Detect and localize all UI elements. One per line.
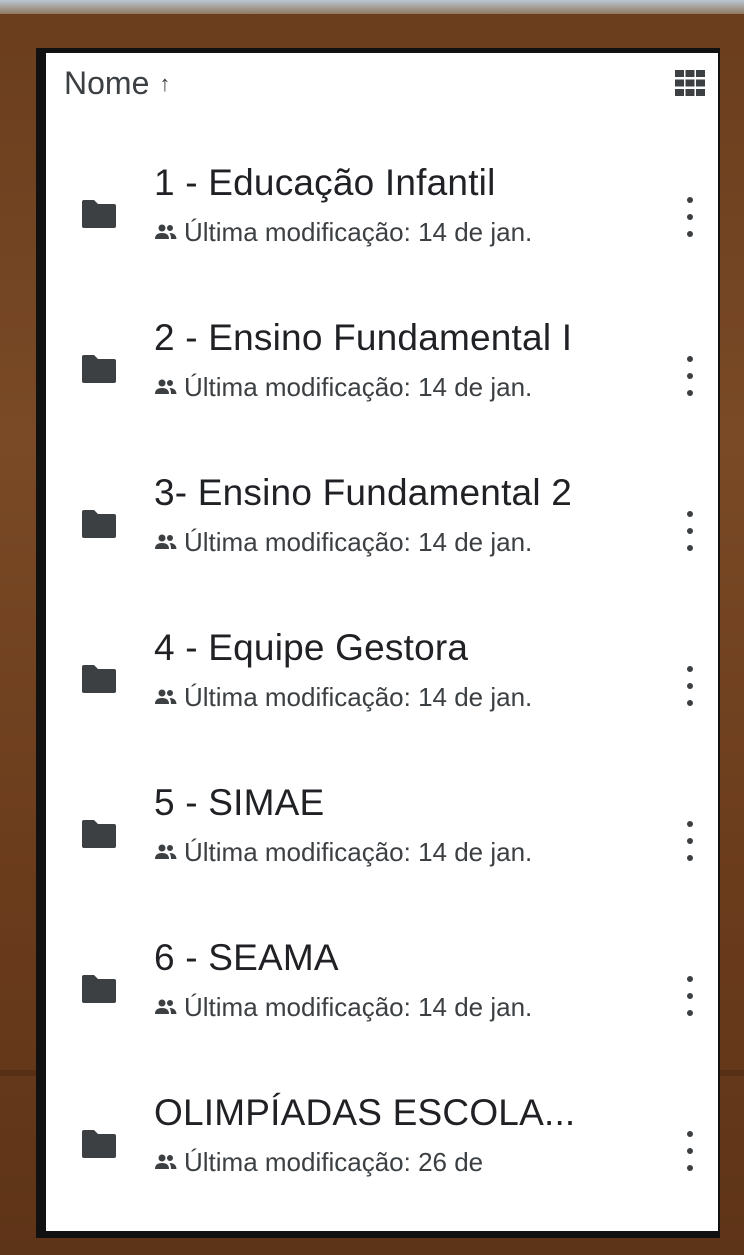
shared-people-icon [155,999,177,1014]
folder-icon [82,510,116,538]
more-vert-icon [687,197,693,203]
more-vert-dot [687,700,693,706]
more-vert-dot [687,993,693,999]
folder-meta: Última modificação: 14 de jan. [154,372,654,402]
more-vert-dot [687,683,693,689]
more-options-button[interactable] [680,821,700,861]
folder-meta: Última modificação: 26 de [154,1147,654,1177]
more-vert-dot [687,545,693,551]
folder-icon [82,665,116,693]
more-vert-dot [687,1165,693,1171]
last-modified-text: Última modificação: 14 de jan. [184,527,533,557]
folder-meta: Última modificação: 14 de jan. [154,217,654,247]
folder-icon [82,355,116,383]
folder-meta: Última modificação: 14 de jan. [154,682,654,712]
grid-view-button[interactable] [674,67,706,99]
list-item[interactable]: 6 - SEAMA Última modificação: 14 de jan. [46,936,718,1091]
folder-name: 3- Ensino Fundamental 2 [154,472,573,513]
shared-people-icon [155,844,177,859]
list-item[interactable]: OLIMPÍADAS ESCOLA... Última modificação:… [46,1091,718,1231]
frame-top-edge [0,0,744,14]
more-vert-dot [687,838,693,844]
list-item-text: 6 - SEAMA Última modificação: 14 de jan. [154,936,654,1022]
arrow-up-icon: ↑ [159,71,171,96]
more-vert-icon [687,511,693,517]
list-item-text: 5 - SIMAE Última modificação: 14 de jan. [154,781,654,867]
shared-people-icon [155,379,177,394]
folder-icon [82,200,116,228]
more-options-button[interactable] [680,197,700,237]
folder-icon [82,975,116,1003]
more-vert-icon [687,356,693,362]
last-modified-text: Última modificação: 14 de jan. [184,217,533,247]
folder-name: 2 - Ensino Fundamental I [154,317,573,358]
shared-people-icon [155,224,177,239]
more-vert-dot [687,390,693,396]
more-vert-dot [687,528,693,534]
more-options-button[interactable] [680,976,700,1016]
file-list-screen: Nome ↑ 1 - Educação Infantil Última modi… [46,53,718,1231]
more-vert-icon [687,821,693,827]
folder-name: 5 - SIMAE [154,782,325,823]
more-vert-dot [687,231,693,237]
list-item[interactable]: 2 - Ensino Fundamental I Última modifica… [46,316,718,471]
sort-header[interactable]: Nome ↑ [64,61,170,105]
more-vert-dot [687,214,693,220]
list-item[interactable]: 5 - SIMAE Última modificação: 14 de jan. [46,781,718,936]
shared-people-icon [155,534,177,549]
more-options-button[interactable] [680,666,700,706]
last-modified-text: Última modificação: 14 de jan. [184,992,533,1022]
folder-list: 1 - Educação Infantil Última modificação… [46,161,718,1231]
more-vert-dot [687,373,693,379]
list-item[interactable]: 1 - Educação Infantil Última modificação… [46,161,718,316]
grid-view-icon [675,70,705,96]
shared-people-icon [155,1154,177,1169]
more-options-button[interactable] [680,511,700,551]
last-modified-text: Última modificação: 14 de jan. [184,682,533,712]
folder-name: 4 - Equipe Gestora [154,627,469,668]
folder-icon [82,1130,116,1158]
list-item-text: 2 - Ensino Fundamental I Última modifica… [154,316,654,402]
more-vert-dot [687,855,693,861]
more-options-button[interactable] [680,1131,700,1171]
more-vert-dot [687,1010,693,1016]
last-modified-text: Última modificação: 26 de [184,1147,484,1177]
folder-meta: Última modificação: 14 de jan. [154,992,654,1022]
folder-name: 6 - SEAMA [154,937,339,978]
list-item[interactable]: 3- Ensino Fundamental 2 Última modificaç… [46,471,718,626]
last-modified-text: Última modificação: 14 de jan. [184,837,533,867]
folder-name: 1 - Educação Infantil [154,162,496,203]
more-vert-dot [687,1148,693,1154]
last-modified-text: Última modificação: 14 de jan. [184,372,533,402]
list-item-text: 3- Ensino Fundamental 2 Última modificaç… [154,471,654,557]
list-item-text: 1 - Educação Infantil Última modificação… [154,161,654,247]
folder-icon [82,820,116,848]
list-item[interactable]: 4 - Equipe Gestora Última modificação: 1… [46,626,718,781]
shared-people-icon [155,689,177,704]
folder-name: OLIMPÍADAS ESCOLA... [154,1092,576,1133]
list-item-text: 4 - Equipe Gestora Última modificação: 1… [154,626,654,712]
list-item-text: OLIMPÍADAS ESCOLA... Última modificação:… [154,1091,654,1177]
more-vert-icon [687,1131,693,1137]
wooden-frame: Nome ↑ 1 - Educação Infantil Última modi… [0,0,744,1255]
more-vert-icon [687,666,693,672]
more-options-button[interactable] [680,356,700,396]
more-vert-icon [687,976,693,982]
sort-label: Nome [64,64,150,101]
folder-meta: Última modificação: 14 de jan. [154,837,654,867]
folder-meta: Última modificação: 14 de jan. [154,527,654,557]
